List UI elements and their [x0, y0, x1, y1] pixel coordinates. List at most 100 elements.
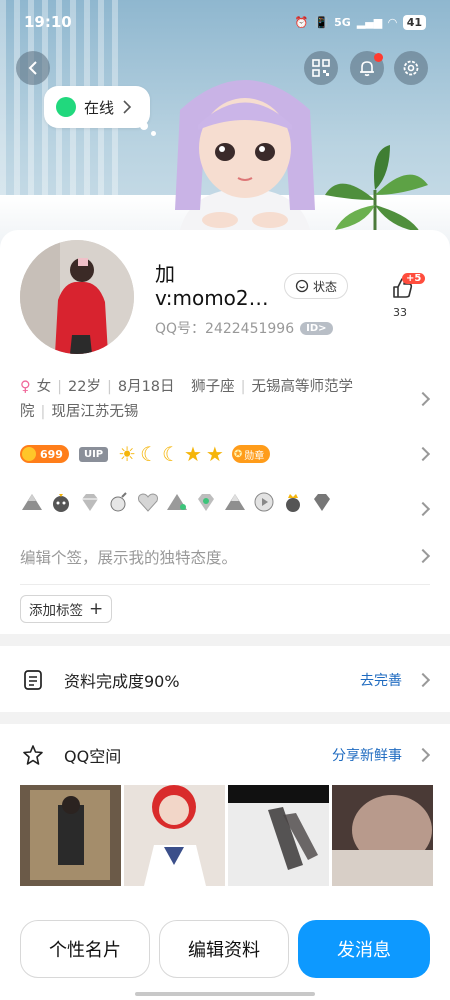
qq-number[interactable]: QQ号：2422451996 ID> — [155, 318, 333, 338]
settings-button[interactable] — [394, 51, 428, 85]
status-set-button[interactable]: 状态 — [284, 273, 348, 299]
profile-info-row[interactable]: ♀ 女 | 22岁 | 8月18日 狮子座 | 无锡高等师范学 院 | 现居江苏无锡 — [20, 375, 390, 425]
status-time: 19:10 — [24, 13, 72, 31]
profile-completeness-row[interactable]: 资料完成度90% 去完善 — [0, 650, 450, 710]
back-arrow-icon — [28, 61, 37, 75]
residence-text: 现居江苏无锡 — [51, 404, 139, 420]
status-button-label: 状态 — [312, 279, 337, 294]
qr-code-icon — [312, 59, 330, 77]
home-indicator[interactable] — [135, 992, 315, 996]
chevron-right-icon — [123, 100, 132, 114]
medal-badge: ✪ 勋章 — [231, 445, 271, 463]
bottom-action-bar: 个性名片 编辑资料 发消息 — [20, 920, 430, 978]
badges-row[interactable]: 699 UIP ☀ ☾ ☾ ★ ★ ✪ 勋章 — [20, 442, 271, 466]
heart-icon — [138, 493, 158, 512]
notification-dot — [374, 53, 383, 62]
online-label: 在线 — [84, 98, 115, 117]
gender-text: 女 — [36, 379, 52, 395]
add-tag-button[interactable]: 添加标签 + — [20, 595, 113, 623]
school-text-2: 院 — [20, 404, 35, 420]
qzone-photo[interactable] — [124, 785, 225, 886]
moon-icon: ☾ — [140, 442, 159, 466]
profile-card: 加 v:momo2… 状态 QQ号：2422451996 ID> +5 33 ♀… — [0, 230, 450, 1000]
divider — [20, 584, 430, 585]
star-icon: ★ — [183, 442, 202, 466]
alarm-icon: ⏰ — [294, 15, 309, 29]
qzone-title: QQ空间 — [64, 747, 122, 766]
separator: | — [40, 404, 46, 420]
vibrate-icon: 📳 — [314, 15, 329, 29]
photo-image — [228, 785, 329, 886]
status-icons: ⏰ 📳 5G ▂▄▆ ◠ 41 — [294, 14, 426, 30]
document-icon — [24, 670, 42, 690]
edit-profile-button[interactable]: 编辑资料 — [159, 920, 289, 978]
like-increment-badge: +5 — [402, 273, 426, 284]
qr-code-button[interactable] — [304, 51, 338, 85]
separator: | — [240, 379, 246, 395]
birthday-text: 8月18日 — [117, 379, 175, 395]
qzone-row[interactable]: QQ空间 分享新鲜事 — [0, 730, 450, 780]
coin-icon — [22, 447, 36, 461]
add-tag-label: 添加标签 — [29, 603, 83, 619]
plus-icon: + — [89, 599, 104, 619]
medal-icon: ✪ — [233, 448, 243, 460]
qzone-photos — [20, 785, 433, 886]
school-text-1: 无锡高等师范学 — [251, 379, 354, 395]
nickname: 加 v:momo2… — [155, 262, 280, 310]
photo-image — [332, 785, 433, 886]
coin-value: 699 — [40, 447, 63, 461]
section-separator — [0, 634, 450, 646]
coin-badge: 699 — [20, 445, 69, 463]
nickname-line-2: v:momo2… — [155, 286, 269, 310]
battery-icon: 41 — [402, 14, 426, 30]
online-status-bubble[interactable]: 在线 — [44, 86, 150, 128]
online-dot-icon — [56, 97, 76, 117]
character-badge-icon — [53, 494, 69, 512]
diamond-icon — [82, 494, 98, 511]
complete-profile-link[interactable]: 去完善 — [360, 670, 402, 690]
completeness-title: 资料完成度90% — [64, 672, 180, 691]
achievement-icons-row[interactable] — [20, 490, 334, 514]
mountain-badge-icon — [167, 494, 187, 510]
avatar-3d-illustration — [175, 80, 315, 230]
qzone-photo[interactable] — [20, 785, 121, 886]
chevron-right-icon — [415, 548, 431, 564]
share-news-link[interactable]: 分享新鲜事 — [332, 745, 402, 765]
gem-icon — [198, 494, 214, 511]
qzone-photo[interactable] — [332, 785, 433, 886]
crown-character-icon — [286, 494, 300, 512]
mountain-badge-icon — [225, 494, 245, 510]
chevron-right-icon — [415, 747, 431, 763]
network-label: 5G — [334, 15, 351, 29]
section-separator — [0, 712, 450, 724]
id-badge[interactable]: ID> — [300, 321, 333, 335]
chevron-right-icon — [415, 501, 431, 517]
bubble-tail — [151, 131, 156, 136]
medal-label: 勋章 — [244, 450, 265, 462]
photo-image — [20, 785, 121, 886]
qq-number-label: QQ号：2422451996 — [155, 321, 295, 337]
gear-icon — [403, 60, 419, 76]
wifi-icon: ◠ — [388, 15, 397, 29]
star-outline-icon — [23, 745, 43, 765]
signature-placeholder[interactable]: 编辑个签，展示我的独特态度。 — [20, 546, 237, 568]
back-button[interactable] — [16, 51, 50, 85]
plant-decoration — [325, 145, 428, 240]
zodiac-text: 狮子座 — [191, 379, 235, 395]
separator: | — [106, 379, 112, 395]
diamond-icon — [314, 494, 330, 511]
avatar[interactable] — [20, 240, 134, 354]
female-icon: ♀ — [20, 379, 31, 395]
photo-image — [124, 785, 225, 886]
star-icon: ★ — [205, 442, 224, 466]
qzone-photo[interactable] — [228, 785, 329, 886]
notification-button[interactable] — [350, 51, 384, 85]
profile-card-button[interactable]: 个性名片 — [20, 920, 150, 978]
vip-badge: UIP — [78, 446, 109, 462]
bell-icon — [360, 61, 374, 77]
send-message-button[interactable]: 发消息 — [298, 920, 430, 978]
chevron-right-icon — [415, 391, 431, 407]
age-text: 22岁 — [68, 379, 101, 395]
status-icon — [295, 279, 309, 293]
moon-icon: ☾ — [162, 442, 180, 466]
